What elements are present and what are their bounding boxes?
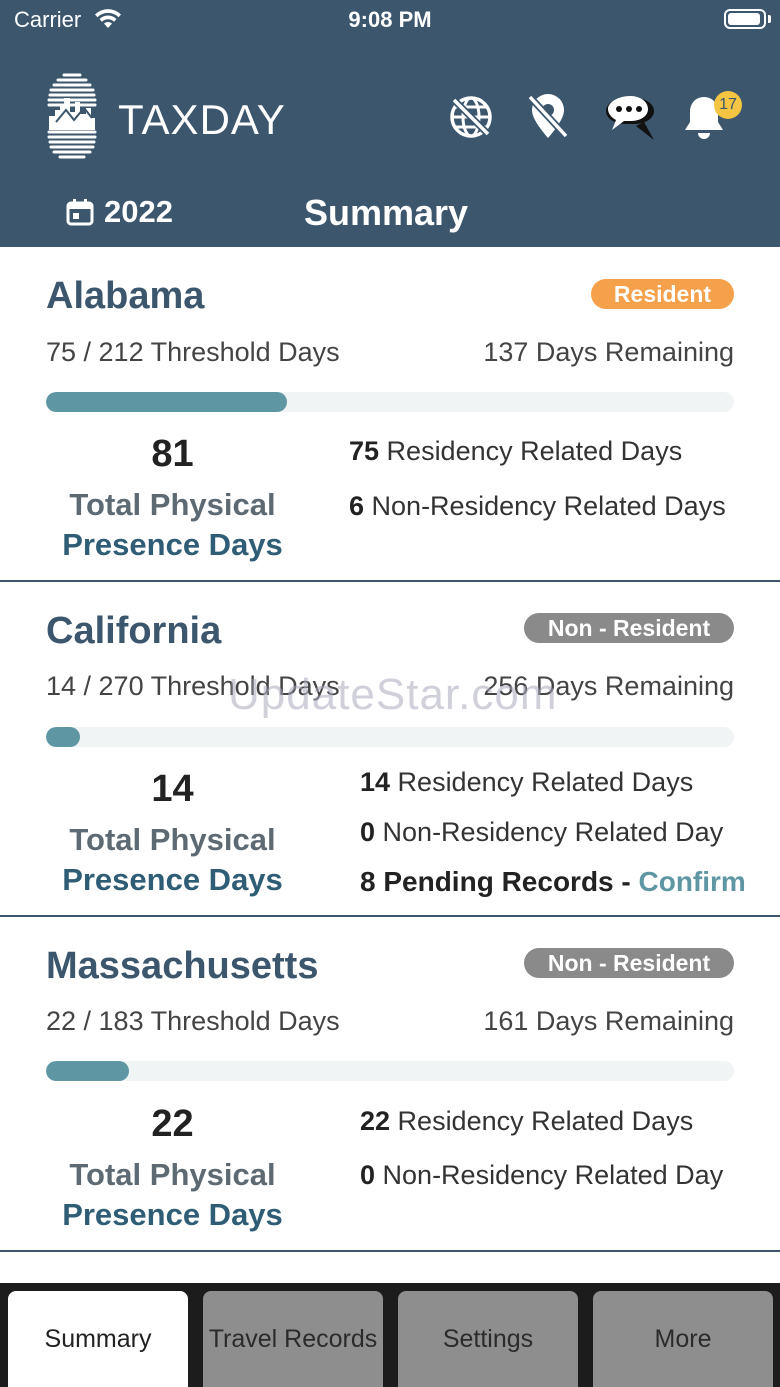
tab-summary[interactable]: Summary [8,1291,188,1387]
tab-travel-records[interactable]: Travel Records [203,1291,383,1387]
total-days-value: 14 [151,768,194,810]
total-label-line2: Presence Days [62,527,283,562]
threshold-progress-bar [46,1061,734,1081]
threshold-days: 22 / 183 Threshold Days [46,1006,340,1036]
non-residency-days: 0 Non-Residency Related Day [360,817,724,847]
threshold-progress-bar [46,727,734,747]
state-name: California [46,610,222,652]
taxday-logo-icon [47,73,97,159]
chat-icon[interactable] [604,94,656,142]
state-name: Alabama [46,275,205,317]
tab-more[interactable]: More [593,1291,773,1387]
watermark-text: UpdateStar.com [228,670,558,719]
total-label-line1: Total Physical [69,487,276,522]
residency-days: 22 Residency Related Days [360,1106,694,1136]
app-title: TAXDAY [118,96,286,143]
non-residency-days: 0 Non-Residency Related Day [360,1160,724,1190]
progress-fill [46,392,287,412]
state-card-massachusetts[interactable]: Massachusetts Non - Resident 22 / 183 Th… [0,917,780,1252]
year-selector[interactable]: 2022 [66,194,173,230]
total-label-line2: Presence Days [62,1197,283,1232]
globe-off-icon[interactable] [448,94,494,140]
pending-records: 8 Pending Records - Confirm [360,866,746,897]
non-residency-days: 6 Non-Residency Related Days [349,491,726,521]
calendar-icon [66,199,94,226]
total-label-line1: Total Physical [69,1157,276,1192]
progress-fill [46,727,81,747]
total-days-value: 22 [151,1103,194,1145]
total-label-line1: Total Physical [69,822,276,857]
days-remaining: 137 Days Remaining [483,337,734,367]
days-remaining: 161 Days Remaining [483,1006,734,1036]
residency-days: 14 Residency Related Days [360,767,694,797]
status-badge: Non - Resident [524,948,734,978]
residency-days: 75 Residency Related Days [349,436,683,466]
state-card-alabama[interactable]: Alabama Resident 75 / 212 Threshold Days… [0,247,780,582]
location-off-icon[interactable] [526,94,570,140]
status-badge: Resident [591,279,734,309]
threshold-days: 75 / 212 Threshold Days [46,337,340,367]
bottom-tab-bar: Summary Travel Records Settings More [0,1283,780,1387]
threshold-progress-bar [46,392,734,412]
status-bar: Carrier 9:08 PM [0,0,780,40]
confirm-link[interactable]: Confirm [639,866,746,897]
total-label-line2: Presence Days [62,862,283,897]
status-badge: Non - Resident [524,613,734,643]
notification-badge: 17 [714,91,742,119]
app-header: Carrier 9:08 PM TAXDAY 17 2022 Summary [0,0,780,247]
status-time: 9:08 PM [348,7,432,32]
state-card-california[interactable]: California Non - Resident 14 / 270 Thres… [0,582,780,917]
year-label: 2022 [104,194,173,229]
progress-fill [46,1061,129,1081]
state-name: Massachusetts [46,945,319,987]
battery-icon [724,9,766,29]
total-days-value: 81 [151,433,194,475]
tab-settings[interactable]: Settings [398,1291,578,1387]
